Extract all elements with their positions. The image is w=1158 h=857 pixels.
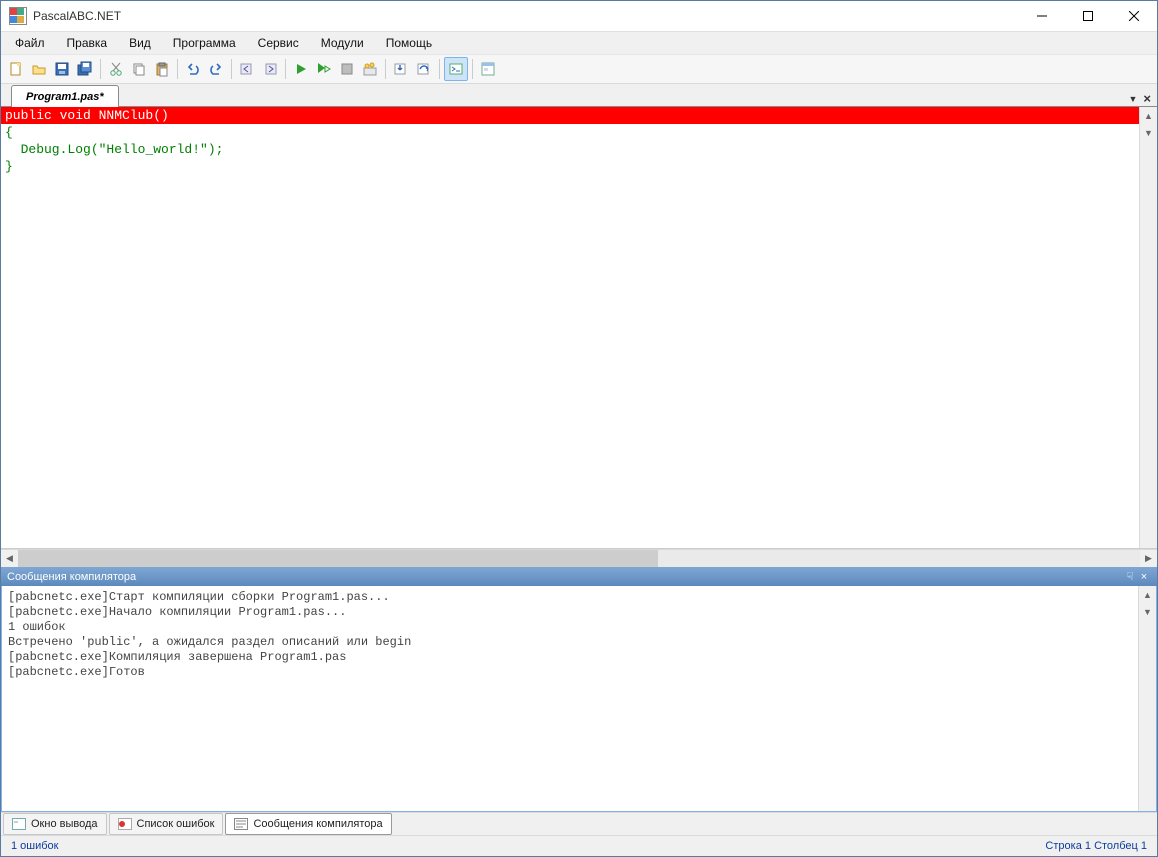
close-button[interactable] (1111, 1, 1157, 31)
output-icon (12, 818, 26, 830)
scroll-up-icon[interactable]: ▲ (1140, 107, 1157, 124)
maximize-button[interactable] (1065, 1, 1111, 31)
form-designer-button[interactable] (477, 58, 499, 80)
minimize-button[interactable] (1019, 1, 1065, 31)
app-window: PascalABC.NET Файл Правка Вид Программа … (0, 0, 1158, 857)
editor-area: public void NNMClub(){ Debug.Log("Hello_… (1, 107, 1157, 549)
output-window-button[interactable] (444, 57, 468, 81)
compiler-panel-label: Сообщения компилятора (7, 571, 136, 583)
scroll-down-icon[interactable]: ▼ (1140, 124, 1157, 141)
pin-icon[interactable]: ☟ (1123, 570, 1137, 583)
file-tab-active[interactable]: Program1.pas* (11, 85, 119, 107)
code-line-2: { (1, 124, 1139, 141)
open-file-button[interactable] (28, 58, 50, 80)
status-col-label: Столбец (1094, 840, 1138, 852)
menu-view[interactable]: Вид (119, 34, 161, 52)
error-list-icon (118, 818, 132, 830)
tab-close-icon[interactable]: × (1143, 91, 1151, 106)
nav-back-button[interactable] (236, 58, 258, 80)
paste-button[interactable] (151, 58, 173, 80)
status-errors: 1 ошибок (11, 840, 59, 852)
statusbar: 1 ошибок Строка 1 Столбец 1 (1, 835, 1157, 856)
menubar: Файл Правка Вид Программа Сервис Модули … (1, 32, 1157, 54)
bottom-panel-tabs: Окно вывода Список ошибок Сообщения комп… (1, 812, 1157, 835)
menu-help[interactable]: Помощь (376, 34, 442, 52)
code-line-3: Debug.Log("Hello_world!"); (1, 141, 1139, 158)
tab-dropdown-icon[interactable]: ▼ (1128, 94, 1137, 104)
tab-output-window[interactable]: Окно вывода (3, 813, 107, 835)
save-all-button[interactable] (74, 58, 96, 80)
tab-error-list[interactable]: Список ошибок (109, 813, 224, 835)
editor-wrap: public void NNMClub(){ Debug.Log("Hello_… (1, 107, 1157, 567)
menu-service[interactable]: Сервис (248, 34, 309, 52)
vertical-scrollbar[interactable]: ▲ ▼ (1139, 107, 1157, 548)
status-line-label: Строка (1045, 840, 1081, 852)
menu-edit[interactable]: Правка (57, 34, 118, 52)
step-into-button[interactable] (390, 58, 412, 80)
redo-button[interactable] (205, 58, 227, 80)
menu-modules[interactable]: Модули (311, 34, 374, 52)
menu-file[interactable]: Файл (5, 34, 55, 52)
nav-forward-button[interactable] (259, 58, 281, 80)
compiler-msg-icon (234, 818, 248, 830)
copy-button[interactable] (128, 58, 150, 80)
code-error-line: public void NNMClub() (1, 107, 1139, 124)
run-button[interactable] (290, 58, 312, 80)
file-tabstrip: Program1.pas* ▼ × (1, 84, 1157, 107)
step-over-button[interactable] (413, 58, 435, 80)
compiler-panel-title: Сообщения компилятора ☟ × (1, 567, 1157, 586)
compile-button[interactable] (359, 58, 381, 80)
scroll-right-icon[interactable]: ▶ (1140, 550, 1157, 567)
hscroll-thumb[interactable] (18, 550, 658, 567)
menu-program[interactable]: Программа (163, 34, 246, 52)
tab-compiler-messages[interactable]: Сообщения компилятора (225, 813, 391, 835)
panel-close-icon[interactable]: × (1137, 571, 1151, 583)
titlebar: PascalABC.NET (1, 1, 1157, 32)
scroll-up-icon[interactable]: ▲ (1139, 586, 1156, 603)
compiler-scrollbar[interactable]: ▲ ▼ (1138, 586, 1156, 811)
horizontal-scrollbar[interactable]: ◀ ▶ (1, 549, 1157, 567)
toolbar (1, 54, 1157, 84)
save-button[interactable] (51, 58, 73, 80)
new-file-button[interactable] (5, 58, 27, 80)
window-title: PascalABC.NET (33, 9, 121, 23)
compiler-output-text[interactable]: [pabcnetc.exe]Старт компиляции сборки Pr… (2, 586, 1138, 811)
compiler-output-panel: [pabcnetc.exe]Старт компиляции сборки Pr… (1, 586, 1157, 812)
undo-button[interactable] (182, 58, 204, 80)
code-line-4: } (1, 158, 1139, 175)
cut-button[interactable] (105, 58, 127, 80)
run-no-debug-button[interactable] (313, 58, 335, 80)
scroll-left-icon[interactable]: ◀ (1, 550, 18, 567)
code-editor[interactable]: public void NNMClub(){ Debug.Log("Hello_… (1, 107, 1139, 548)
scroll-down-icon[interactable]: ▼ (1139, 603, 1156, 620)
status-col-value: 1 (1141, 840, 1147, 852)
app-icon (9, 7, 27, 25)
stop-button[interactable] (336, 58, 358, 80)
